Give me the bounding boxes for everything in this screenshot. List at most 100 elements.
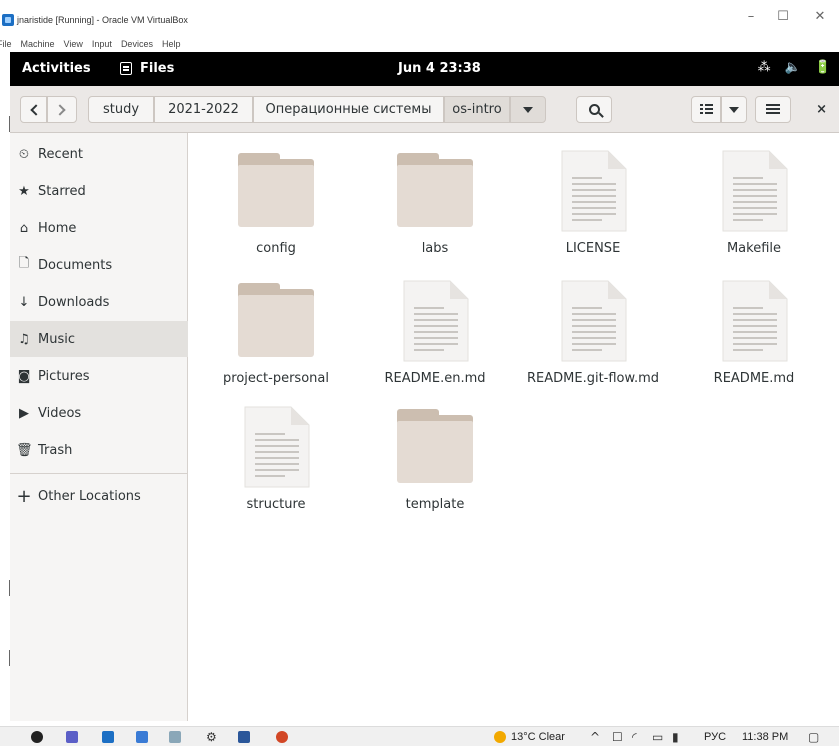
file-name: labs — [421, 241, 449, 256]
language-indicator[interactable]: РУС — [704, 731, 726, 743]
triangle-down-icon — [729, 106, 739, 113]
powerpoint-icon[interactable] — [276, 731, 288, 743]
virtualbox-titlebar: jnaristide [Running] - Oracle VM Virtual… — [0, 0, 839, 49]
app-menu-files[interactable]: Files — [120, 61, 174, 76]
sidebar-item-label: Other Locations — [38, 488, 141, 504]
forward-button[interactable] — [47, 96, 77, 123]
breadcrumb-2021-2022[interactable]: 2021-2022 — [154, 96, 253, 123]
file-name: Makefile — [726, 241, 782, 256]
menu-file[interactable]: File — [0, 39, 12, 51]
plus-icon: + — [16, 485, 32, 507]
vm-left-edge — [0, 86, 12, 726]
breadcrumb-os-intro[interactable]: os-intro — [444, 96, 510, 123]
sidebar-item-label: Home — [38, 220, 77, 236]
clock[interactable]: Jun 4 23:38 — [398, 61, 481, 76]
app-menu-label: Files — [140, 61, 175, 76]
file-item-readme[interactable]: README.md — [679, 263, 829, 393]
screen: jnaristide [Running] - Oracle VM Virtual… — [0, 0, 839, 746]
sidebar-item-other-locations[interactable]: + Other Locations — [10, 478, 188, 514]
breadcrumb-study[interactable]: study — [88, 96, 154, 123]
file-name: config — [256, 241, 296, 256]
sidebar-item-documents[interactable]: 🗋 Documents — [10, 247, 188, 283]
wifi-icon[interactable]: ◜ — [632, 730, 637, 744]
search-icon — [588, 104, 600, 115]
folder-icon — [397, 409, 473, 485]
file-item-project-personal[interactable]: project-personal — [201, 263, 351, 393]
file-item-template[interactable]: template — [360, 389, 510, 519]
sidebar-item-home[interactable]: ⌂ Home — [10, 210, 188, 246]
settings-icon[interactable]: ⚙ — [206, 730, 217, 744]
virtualbox-icon — [2, 14, 14, 26]
weather-text[interactable]: 13°C Clear — [511, 731, 565, 743]
sidebar-item-label: Starred — [38, 183, 86, 199]
file-item-makefile[interactable]: Makefile — [679, 133, 829, 263]
view-options-button[interactable] — [721, 96, 747, 123]
folder-icon — [238, 153, 314, 229]
menu-view[interactable]: View — [64, 39, 83, 51]
sidebar-item-pictures[interactable]: ◙ Pictures — [10, 358, 188, 394]
teams-icon[interactable] — [66, 731, 78, 743]
menu-input[interactable]: Input — [92, 39, 112, 51]
file-item-readme-en[interactable]: README.en.md — [360, 263, 510, 393]
file-item-license[interactable]: LICENSE — [518, 133, 668, 263]
music-icon: ♫ — [18, 331, 30, 347]
file-name: README.git-flow.md — [527, 371, 659, 386]
close-files-button[interactable]: × — [816, 102, 827, 117]
file-item-readme-git-flow[interactable]: README.git-flow.md — [518, 263, 668, 393]
menu-machine[interactable]: Machine — [21, 39, 55, 51]
text-document-icon — [721, 279, 788, 363]
paint-icon[interactable] — [169, 731, 181, 743]
file-name: structure — [246, 497, 306, 512]
path-dropdown-button[interactable] — [510, 96, 546, 123]
sidebar-item-label: Trash — [38, 442, 73, 458]
triangle-down-icon — [523, 106, 533, 113]
menu-button[interactable] — [755, 96, 791, 123]
taskbar-clock[interactable]: 11:38 PM — [742, 731, 788, 743]
chevron-left-icon — [29, 103, 42, 116]
clock-icon: ⏲ — [18, 146, 30, 162]
view-list-button[interactable] — [691, 96, 721, 123]
microphone-icon[interactable]: ▮ — [672, 730, 679, 744]
sidebar-item-trash[interactable]: 🗑 Trash — [10, 432, 188, 468]
back-button[interactable] — [20, 96, 47, 123]
sidebar-item-recent[interactable]: ⏲ Recent — [10, 136, 188, 172]
chevron-up-icon[interactable]: ^ — [590, 730, 600, 744]
sidebar-item-starred[interactable]: ★ Starred — [10, 173, 188, 209]
places-sidebar: ⏲ Recent ★ Starred ⌂ Home 🗋 Documents ↓ … — [10, 133, 188, 721]
maximize-button[interactable]: ☐ — [776, 10, 790, 24]
volume-icon: 🔈 — [784, 60, 801, 75]
sidebar-item-label: Recent — [38, 146, 83, 162]
sidebar-item-downloads[interactable]: ↓ Downloads — [10, 284, 188, 320]
menu-help[interactable]: Help — [162, 39, 181, 51]
system-tray[interactable]: ⁂ 🔈 🔋 — [758, 60, 831, 75]
document-icon: 🗋 — [18, 256, 30, 271]
minimize-button[interactable]: – — [744, 10, 758, 24]
breadcrumb-os[interactable]: Операционные системы — [253, 96, 444, 123]
sidebar-item-music[interactable]: ♫ Music — [10, 321, 188, 357]
virtualbox-menubar: File Machine View Input Devices Help — [0, 39, 180, 51]
app-icon[interactable] — [31, 731, 43, 743]
sidebar-item-label: Videos — [38, 405, 82, 421]
download-icon: ↓ — [18, 294, 30, 310]
photos-icon[interactable] — [136, 731, 148, 743]
network-icon: ⁂ — [757, 60, 771, 75]
text-document-icon — [721, 149, 788, 233]
close-window-button[interactable]: ✕ — [813, 10, 827, 24]
file-item-labs[interactable]: labs — [360, 133, 510, 263]
notification-icon[interactable]: ▢ — [808, 730, 819, 744]
search-button[interactable] — [576, 96, 612, 123]
text-document-icon — [560, 149, 627, 233]
battery-icon[interactable]: ▭ — [652, 730, 663, 744]
menu-devices[interactable]: Devices — [121, 39, 153, 51]
word-icon[interactable] — [238, 731, 250, 743]
text-document-icon — [402, 279, 469, 363]
files-app-icon — [120, 62, 132, 75]
device-icon[interactable]: ☐ — [612, 730, 623, 744]
file-item-config[interactable]: config — [201, 133, 351, 263]
list-view-icon — [699, 104, 713, 115]
sidebar-item-videos[interactable]: ▶ Videos — [10, 395, 188, 431]
sidebar-item-label: Downloads — [38, 294, 110, 310]
virtualbox-icon[interactable] — [102, 731, 114, 743]
file-item-structure[interactable]: structure — [201, 389, 351, 519]
activities-button[interactable]: Activities — [22, 61, 91, 76]
